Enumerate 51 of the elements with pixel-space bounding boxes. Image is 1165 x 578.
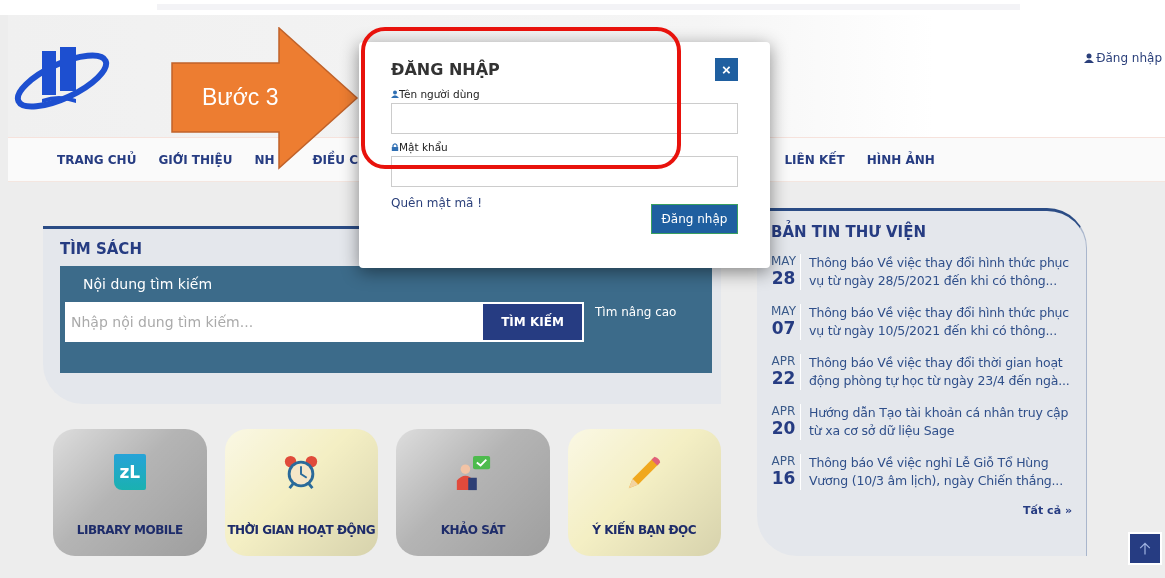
scroll-top-button[interactable]: [1128, 532, 1162, 565]
nav-link[interactable]: ĐIỀU C: [312, 152, 358, 167]
advanced-search-link[interactable]: Tìm nâng cao: [595, 305, 677, 319]
username-field[interactable]: [391, 103, 738, 134]
password-field[interactable]: [391, 156, 738, 187]
nav-link[interactable]: HÌNH ẢNH: [866, 152, 935, 167]
news-day: 20: [771, 418, 796, 438]
nav-link[interactable]: NH: [254, 152, 275, 167]
news-month: MAY: [771, 304, 796, 318]
close-button[interactable]: ×: [715, 58, 738, 81]
news-link[interactable]: Thông báo Về việc thay đổi hình thức phục vụ từ ngày 10/5/2021 đến khi có thông...: [809, 304, 1076, 340]
lock-icon: [391, 142, 399, 151]
book-app-icon: zL: [113, 454, 146, 490]
shortcut-tile[interactable]: Ý KIẾN BẠN ĐỌC: [567, 429, 721, 556]
news-day: 22: [771, 368, 796, 388]
nav-link[interactable]: TRANG CHỦ: [57, 152, 137, 167]
dialog-title: ĐĂNG NHẬP: [391, 60, 500, 79]
tile-label: LIBRARY MOBILE: [76, 523, 183, 537]
news-day: 28: [771, 268, 796, 288]
forgot-password-link[interactable]: Quên mật mã !: [391, 196, 483, 210]
tile-label: Ý KIẾN BẠN ĐỌC: [592, 523, 697, 537]
view-all-link[interactable]: Tất cả »: [1023, 504, 1072, 517]
news-link[interactable]: Thông báo Về việc nghỉ Lễ Giỗ Tổ Hùng Vương (10/3 âm lịch), ngày Chiến thắng...: [809, 454, 1076, 490]
nav-link[interactable]: GIỚI THIỆU: [158, 152, 233, 167]
shortcut-tile[interactable]: zL LIBRARY MOBILE: [53, 429, 207, 556]
field-label: Tên người dùng: [399, 87, 480, 100]
shortcut-tile[interactable]: KHẢO SÁT: [396, 429, 550, 556]
news-month: MAY: [771, 254, 796, 268]
news-month: APR: [771, 404, 796, 418]
shortcut-tile[interactable]: THỜI GIAN HOẠT ĐỘNG: [224, 429, 378, 556]
field-label: Mật khẩu: [399, 140, 448, 153]
section-title: TÌM SÁCH: [60, 238, 143, 260]
user-icon: [391, 89, 399, 98]
news-month: APR: [771, 354, 796, 368]
news-link[interactable]: Hướng dẫn Tạo tài khoản cá nhân truy cập từ xa cơ sở dữ liệu Sage: [809, 404, 1076, 440]
login-link[interactable]: Đăng nhập: [1084, 51, 1162, 65]
news-link[interactable]: Thông báo Về việc thay đổi hình thức phục vụ từ ngày 28/5/2021 đến khi có thông...: [809, 254, 1076, 290]
search-field[interactable]: Nhập nội dung tìm kiếm...: [65, 302, 481, 342]
login-button[interactable]: Đăng nhập: [651, 204, 738, 234]
news-day: 07: [771, 318, 796, 338]
news-month: APR: [771, 454, 796, 468]
arrow-up-icon: [1137, 540, 1153, 557]
tile-label: THỜI GIAN HOẠT ĐỘNG: [227, 523, 376, 537]
search-label: Nội dung tìm kiếm: [82, 276, 214, 292]
search-button[interactable]: TÌM KIẾM: [481, 302, 584, 342]
user-icon: [1084, 53, 1095, 63]
news-link[interactable]: Thông báo Về việc thay đổi thời gian hoạt động phòng tự học từ ngày 23/4 đến ngà...: [809, 354, 1076, 390]
tile-label: KHẢO SÁT: [440, 523, 505, 537]
news-day: 16: [771, 468, 796, 488]
nav-link[interactable]: LIÊN KẾT: [784, 152, 845, 167]
callout-text: Bước 3: [202, 84, 279, 111]
